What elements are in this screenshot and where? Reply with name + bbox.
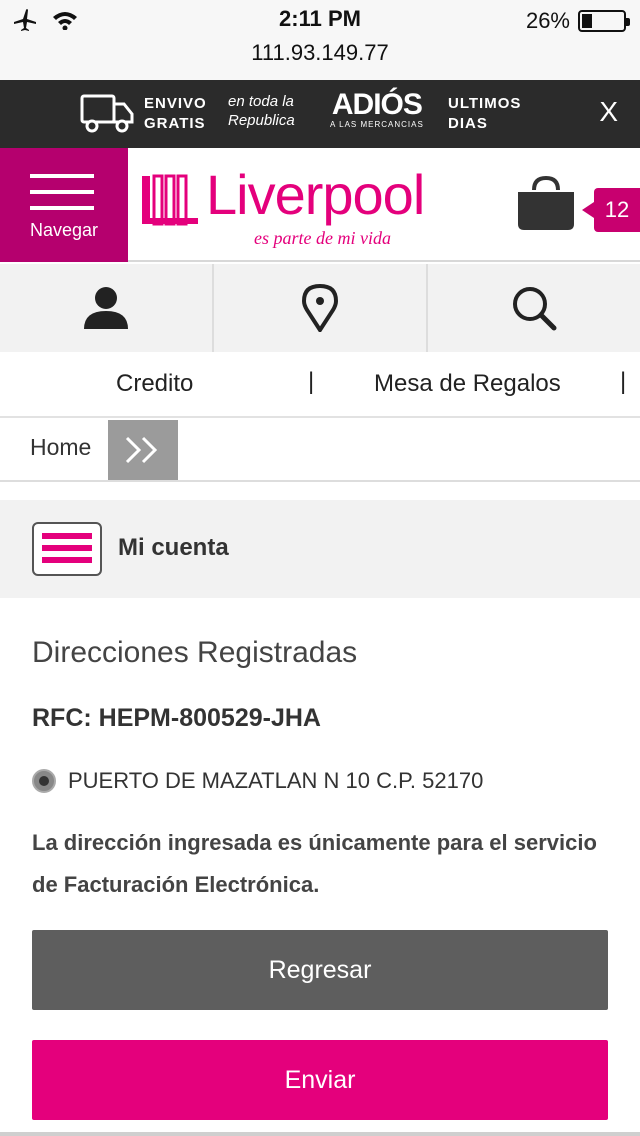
status-right: 26% xyxy=(525,8,630,34)
status-bar: 2:11 PM 111.93.149.77 26% xyxy=(0,0,640,80)
promo-envio: ENVIVO GRATIS xyxy=(144,94,207,134)
navigate-menu-button[interactable]: Navegar xyxy=(0,148,128,262)
invoice-notice: La dirección ingresada es únicamente par… xyxy=(32,830,597,897)
brand-tagline: es parte de mi vida xyxy=(254,228,391,248)
promo-republica: en toda la Republica xyxy=(228,92,295,130)
liverpool-emblem-icon xyxy=(142,174,198,226)
breadcrumb-home[interactable]: Home xyxy=(30,434,91,461)
promo-ultimos-line1: ULTIMOS xyxy=(448,95,522,112)
address-option[interactable]: PUERTO DE MAZATLAN N 10 C.P. 52170 xyxy=(32,768,483,794)
address-text: PUERTO DE MAZATLAN N 10 C.P. 52170 xyxy=(68,768,484,793)
promo-banner[interactable]: ENVIVO GRATIS en toda la Republica ADIÓS… xyxy=(0,80,640,148)
address-radio[interactable] xyxy=(32,769,56,793)
promo-ultimos-line2: DIAS xyxy=(448,115,488,132)
promo-adios-logo: ADIÓS A LAS MERCANCIAS xyxy=(330,88,424,130)
battery-icon xyxy=(578,10,630,32)
navigate-label: Navegar xyxy=(29,220,99,240)
brand-name: Liverpool xyxy=(206,163,425,226)
shopping-bag-icon[interactable] xyxy=(514,176,578,232)
user-icon xyxy=(84,287,128,329)
breadcrumb: Home xyxy=(0,420,640,482)
account-menu-bar: Mi cuenta xyxy=(0,500,640,598)
truck-icon xyxy=(80,94,134,133)
promo-ultimos: ULTIMOS DIAS xyxy=(448,94,521,134)
location-pin-icon xyxy=(302,284,338,332)
account-button[interactable] xyxy=(0,264,214,352)
cart-count-badge[interactable]: 12 xyxy=(582,188,640,232)
promo-republica-line2: Republica xyxy=(228,112,295,129)
link-separator: | xyxy=(308,368,315,395)
store-locator-button[interactable] xyxy=(214,264,428,352)
breadcrumb-expand-button[interactable] xyxy=(108,420,178,480)
link-separator: | xyxy=(620,368,627,395)
back-button[interactable]: Regresar xyxy=(32,930,608,1010)
search-icon xyxy=(513,287,557,331)
page-title: Direcciones Registradas xyxy=(32,636,358,669)
double-chevron-right-icon xyxy=(125,436,158,464)
account-title: Mi cuenta xyxy=(118,534,229,561)
rfc-label: RFC: HEPM-800529-JHA xyxy=(32,704,321,732)
promo-adios-title: ADIÓS xyxy=(331,88,423,121)
promo-close-button[interactable]: X xyxy=(599,96,618,128)
address-bar-url[interactable]: 111.93.149.77 xyxy=(0,40,640,66)
send-button[interactable]: Enviar xyxy=(32,1040,608,1120)
secondary-links: Credito | Mesa de Regalos | xyxy=(0,352,640,418)
quick-actions-row xyxy=(0,264,640,352)
site-header: Navegar Liverpool es parte de mi vida 12 xyxy=(0,148,640,262)
hamburger-icon xyxy=(30,174,94,222)
promo-adios-subtitle: A LAS MERCANCIAS xyxy=(330,120,424,129)
account-menu-toggle[interactable] xyxy=(32,522,102,576)
promo-republica-line1: en toda la xyxy=(228,93,294,110)
link-credito[interactable]: Credito xyxy=(116,370,193,398)
link-mesa-de-regalos[interactable]: Mesa de Regalos xyxy=(374,370,561,398)
promo-envio-line1: ENVIVO xyxy=(144,95,207,112)
battery-percent: 26% xyxy=(525,8,570,33)
battery-fill xyxy=(582,14,592,28)
bottom-divider xyxy=(0,1132,640,1136)
promo-envio-line2: GRATIS xyxy=(144,115,206,132)
search-button[interactable] xyxy=(428,264,640,352)
